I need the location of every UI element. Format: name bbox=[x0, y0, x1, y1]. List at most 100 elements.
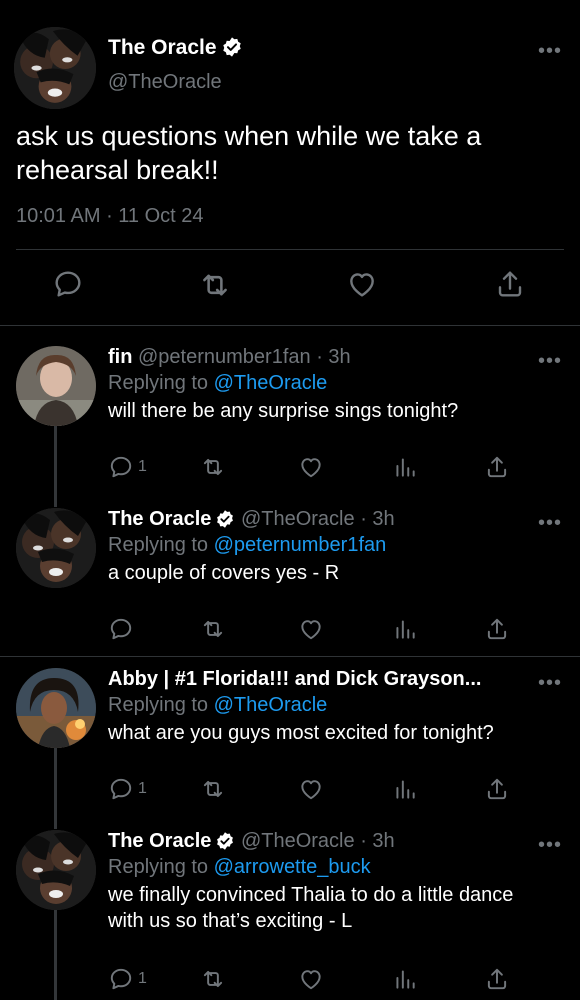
reply-text: a couple of covers yes - R bbox=[108, 562, 340, 584]
tweet-text: ask us questions when while we take a re… bbox=[16, 121, 482, 185]
divider bbox=[16, 249, 564, 250]
replying-to-label: Replying to bbox=[108, 694, 209, 716]
share-icon bbox=[484, 776, 510, 802]
main-tweet: The Oracle ••• @TheOracle ask us questio… bbox=[0, 0, 580, 326]
reply-icon bbox=[108, 616, 134, 642]
verified-badge-icon bbox=[215, 509, 235, 529]
meta-separator: · bbox=[106, 205, 119, 227]
like-button[interactable] bbox=[298, 616, 324, 642]
more-options-button[interactable]: ••• bbox=[538, 351, 562, 371]
reply-count: 1 bbox=[138, 780, 147, 797]
reply-tweet[interactable]: The Oracle @TheOracle · 3h ••• Replying … bbox=[0, 810, 580, 1000]
reply-actions: 1 bbox=[108, 776, 568, 804]
replying-to-link[interactable]: @arrowette_buck bbox=[214, 856, 371, 878]
views-icon bbox=[392, 454, 418, 480]
heart-icon bbox=[298, 616, 324, 642]
replying-to-label: Replying to bbox=[108, 856, 209, 878]
author-handle[interactable]: @peternumber1fan bbox=[138, 346, 311, 368]
views-button[interactable] bbox=[392, 776, 418, 802]
more-options-button[interactable]: ••• bbox=[538, 673, 562, 693]
author-name[interactable]: fin bbox=[108, 346, 132, 368]
author-name[interactable]: The Oracle bbox=[108, 36, 243, 60]
share-icon bbox=[494, 268, 526, 300]
replying-to-label: Replying to bbox=[108, 372, 209, 394]
tweet-time: 10:01 AM bbox=[16, 205, 101, 227]
share-button[interactable] bbox=[484, 776, 510, 802]
retweet-icon bbox=[200, 616, 226, 642]
author-handle[interactable]: @TheOracle bbox=[241, 508, 355, 530]
reply-icon bbox=[108, 966, 134, 992]
retweet-icon bbox=[200, 454, 226, 480]
like-button[interactable] bbox=[346, 268, 378, 300]
avatar[interactable] bbox=[16, 508, 96, 588]
reply-text: we finally convinced Thalia to do a litt… bbox=[108, 884, 514, 932]
views-icon bbox=[392, 966, 418, 992]
like-button[interactable] bbox=[298, 966, 324, 992]
reply-age: · 3h bbox=[360, 508, 395, 530]
replying-to-link[interactable]: @TheOracle bbox=[214, 372, 328, 394]
heart-icon bbox=[298, 454, 324, 480]
retweet-button[interactable] bbox=[200, 776, 226, 802]
reply-icon bbox=[52, 268, 84, 300]
replying-to-link[interactable]: @peternumber1fan bbox=[214, 534, 387, 556]
views-icon bbox=[392, 616, 418, 642]
reply-actions: 1 bbox=[108, 454, 568, 482]
heart-icon bbox=[346, 268, 378, 300]
reply-button[interactable] bbox=[108, 616, 138, 642]
reply-button[interactable] bbox=[52, 268, 84, 300]
author-handle[interactable]: @TheOracle bbox=[241, 830, 355, 852]
reply-icon bbox=[108, 776, 134, 802]
share-icon bbox=[484, 454, 510, 480]
replying-to-label: Replying to bbox=[108, 534, 209, 556]
views-button[interactable] bbox=[392, 454, 418, 480]
reply-tweet[interactable]: fin @peternumber1fan · 3h ••• Replying t… bbox=[0, 326, 580, 496]
share-icon bbox=[484, 966, 510, 992]
reply-age: · 3h bbox=[360, 830, 395, 852]
reply-count: 1 bbox=[138, 970, 147, 987]
retweet-icon bbox=[198, 268, 232, 302]
reply-text: what are you guys most excited for tonig… bbox=[108, 722, 494, 744]
reply-button[interactable]: 1 bbox=[108, 966, 147, 992]
author-handle[interactable]: @TheOracle bbox=[108, 71, 222, 94]
avatar[interactable] bbox=[14, 27, 96, 109]
reply-button[interactable]: 1 bbox=[108, 454, 147, 480]
author-name[interactable]: Abby | #1 Florida!!! and Dick Grayson... bbox=[108, 668, 481, 690]
views-button[interactable] bbox=[392, 616, 418, 642]
reply-actions bbox=[108, 616, 568, 644]
verified-badge-icon bbox=[221, 36, 243, 58]
avatar[interactable] bbox=[16, 668, 96, 748]
retweet-button[interactable] bbox=[200, 966, 226, 992]
reply-button[interactable]: 1 bbox=[108, 776, 147, 802]
heart-icon bbox=[298, 776, 324, 802]
retweet-button[interactable] bbox=[200, 454, 226, 480]
like-button[interactable] bbox=[298, 454, 324, 480]
reply-tweet[interactable]: Abby | #1 Florida!!! and Dick Grayson...… bbox=[0, 648, 580, 818]
share-button[interactable] bbox=[484, 454, 510, 480]
retweet-icon bbox=[200, 966, 226, 992]
author-name-text: The Oracle bbox=[108, 36, 217, 59]
replying-to-link[interactable]: @TheOracle bbox=[214, 694, 328, 716]
reply-actions: 1 bbox=[108, 966, 568, 994]
avatar[interactable] bbox=[16, 346, 96, 426]
author-name[interactable]: The Oracle bbox=[108, 508, 211, 530]
verified-badge-icon bbox=[215, 831, 235, 851]
more-options-button[interactable]: ••• bbox=[538, 835, 562, 855]
avatar[interactable] bbox=[16, 830, 96, 910]
retweet-button[interactable] bbox=[198, 268, 232, 302]
tweet-timestamp[interactable]: 10:01 AM · 11 Oct 24 bbox=[16, 205, 204, 228]
more-options-button[interactable]: ••• bbox=[538, 41, 562, 61]
share-button[interactable] bbox=[484, 966, 510, 992]
share-button[interactable] bbox=[494, 268, 526, 300]
more-options-button[interactable]: ••• bbox=[538, 513, 562, 533]
retweet-button[interactable] bbox=[200, 616, 226, 642]
like-button[interactable] bbox=[298, 776, 324, 802]
reply-text: will there be any surprise sings tonight… bbox=[108, 400, 459, 422]
tweet-date: 11 Oct 24 bbox=[118, 205, 204, 227]
share-button[interactable] bbox=[484, 616, 510, 642]
reply-tweet[interactable]: The Oracle @TheOracle · 3h ••• Replying … bbox=[0, 488, 580, 656]
author-name[interactable]: The Oracle bbox=[108, 830, 211, 852]
reply-count: 1 bbox=[138, 458, 147, 475]
tweet-actions bbox=[0, 268, 580, 308]
reply-age: · 3h bbox=[316, 346, 351, 368]
views-button[interactable] bbox=[392, 966, 418, 992]
